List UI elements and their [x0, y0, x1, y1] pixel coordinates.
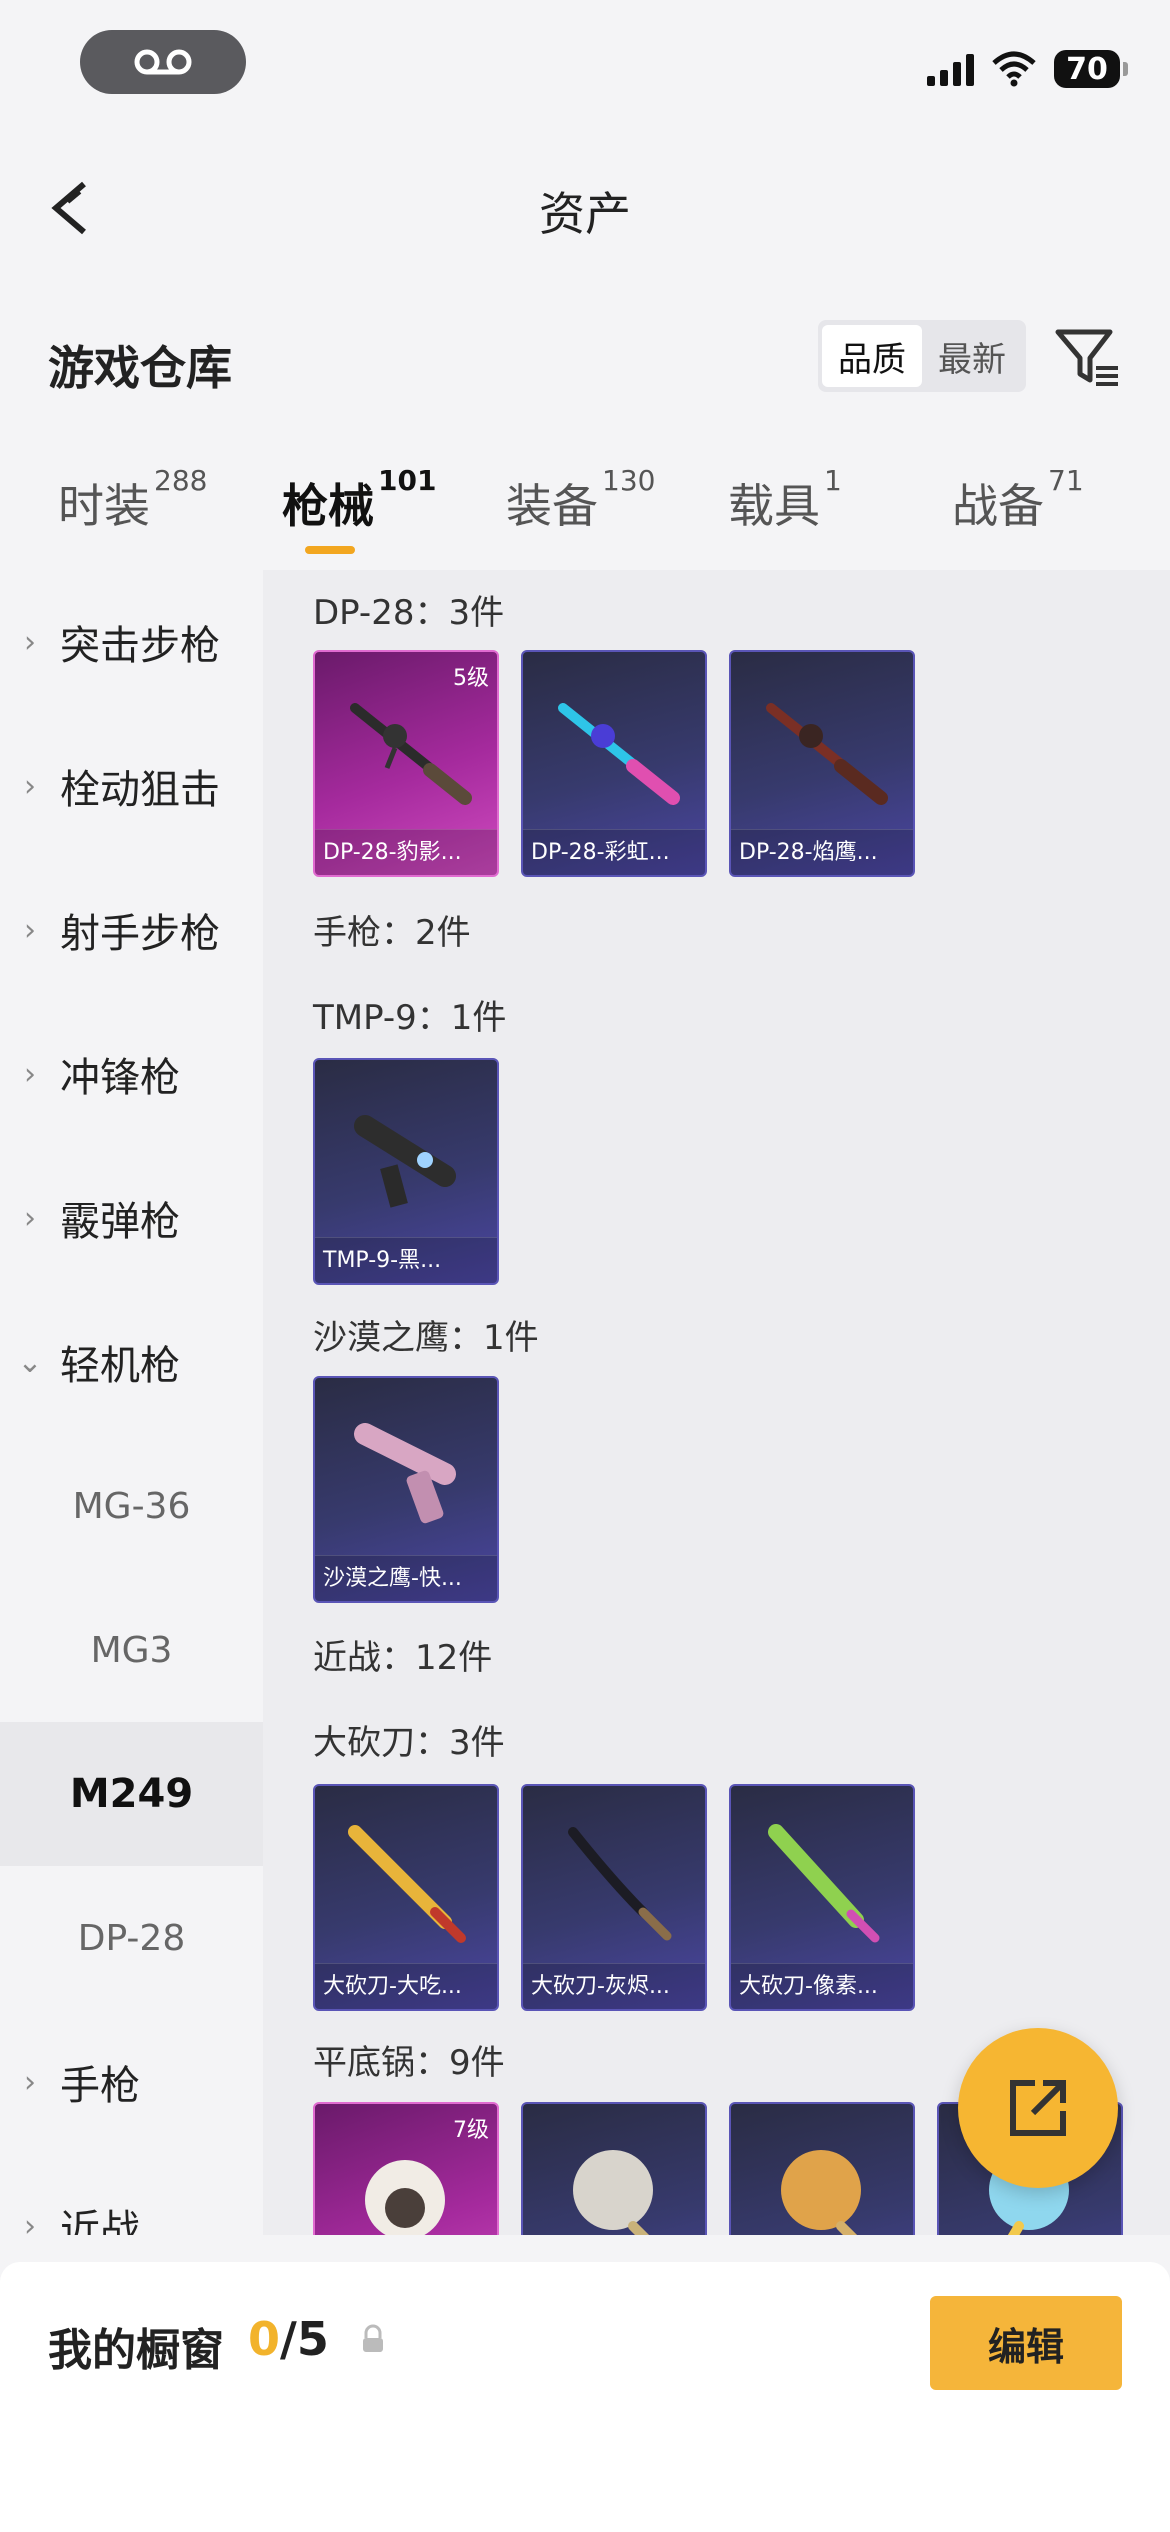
item-name: 沙漠之鹰-快...	[315, 1555, 497, 1601]
edit-button[interactable]: 编辑	[930, 2296, 1122, 2390]
pan-icon	[365, 2160, 445, 2235]
sidebar-item-lmg[interactable]: ⌄ 轻机枪	[0, 1290, 263, 1434]
pan-icon	[781, 2150, 861, 2235]
lock-icon	[363, 2324, 383, 2352]
chevron-right-icon: ›	[24, 1056, 36, 1092]
sidebar-subitem-m249[interactable]: M249	[0, 1722, 263, 1866]
section-label-machete: 大砍刀：3件	[313, 1723, 505, 1763]
warehouse-title: 游戏仓库	[48, 341, 232, 395]
sort-quality-button[interactable]: 品质	[822, 325, 922, 387]
item-card[interactable]: 大砍刀-灰烬...	[521, 1784, 707, 2011]
chevron-right-icon: ›	[24, 768, 36, 804]
warehouse-header: 游戏仓库 品质 最新	[0, 300, 1170, 420]
item-card[interactable]: 大砍刀-大吃...	[313, 1784, 499, 2011]
section-label-dp28: DP-28：3件	[313, 593, 505, 633]
sidebar-item-assault-rifle[interactable]: › 突击步枪	[0, 570, 263, 714]
filter-icon[interactable]	[1052, 322, 1122, 392]
sort-latest-button[interactable]: 最新	[922, 325, 1022, 387]
sidebar-item-bolt-sniper[interactable]: › 栓动狙击	[0, 714, 263, 858]
item-grid: DP-28：3件 5级 DP-28-豹影... DP-28-彩虹... DP-2…	[263, 570, 1170, 2235]
machete-icon	[568, 1827, 672, 1941]
item-card[interactable]: DP-28-焰鹰...	[729, 650, 915, 877]
item-card[interactable]: 大砍刀-像素...	[729, 1784, 915, 2011]
rifle-icon	[766, 703, 888, 805]
sort-toggle[interactable]: 品质 最新	[818, 320, 1026, 392]
chevron-right-icon: ›	[24, 624, 36, 660]
chevron-down-icon: ⌄	[17, 1344, 43, 1380]
section-label-tmp9: TMP-9：1件	[313, 998, 507, 1038]
tab-fashion[interactable]: 时装 288	[58, 464, 207, 536]
battery-indicator: 70	[1054, 50, 1128, 88]
chevron-right-icon: ›	[24, 912, 36, 948]
chevron-right-icon: ›	[24, 2208, 36, 2236]
cellular-signal-icon	[927, 52, 974, 86]
pan-icon	[573, 2150, 653, 2235]
item-card[interactable]	[521, 2102, 707, 2235]
tab-firearms[interactable]: 枪械 101	[282, 464, 436, 536]
chevron-right-icon: ›	[24, 2064, 36, 2100]
item-name: DP-28-彩虹...	[523, 829, 705, 875]
item-name: TMP-9-黑...	[315, 1237, 497, 1283]
voicemail-pill	[80, 30, 246, 94]
showcase-title: 我的橱窗	[48, 2325, 224, 2376]
showcase-bar: 我的橱窗 0/5 编辑	[0, 2262, 1170, 2532]
sidebar-item-shotgun[interactable]: › 霰弹枪	[0, 1146, 263, 1290]
sidebar-subitem-mg36[interactable]: MG-36	[0, 1434, 263, 1578]
nav-bar: 资产	[0, 150, 1170, 270]
wifi-icon	[992, 51, 1036, 87]
tab-equipment[interactable]: 装备 130	[506, 464, 655, 536]
share-icon	[1010, 2080, 1066, 2136]
item-card[interactable]: DP-28-彩虹...	[521, 650, 707, 877]
machete-icon	[768, 1824, 880, 1943]
tab-supplies[interactable]: 战备 71	[952, 464, 1084, 536]
sidebar-subitem-mg3[interactable]: MG3	[0, 1578, 263, 1722]
sidebar-subitem-dp28[interactable]: DP-28	[0, 1866, 263, 2010]
category-tabs: 时装 288 枪械 101 装备 130 载具 1 战备 71	[0, 460, 1170, 560]
voicemail-icon	[134, 49, 192, 75]
sidebar-item-pistol[interactable]: › 手枪	[0, 2010, 263, 2154]
sidebar: › 突击步枪 › 栓动狙击 › 射手步枪 › 冲锋枪 › 霰弹枪 ⌄ 轻机枪 MG-36 M…	[0, 570, 263, 2235]
item-name: DP-28-豹影...	[315, 829, 497, 875]
item-card[interactable]	[729, 2102, 915, 2235]
item-name: 大砍刀-大吃...	[315, 1963, 497, 2009]
chevron-right-icon: ›	[24, 1200, 36, 1236]
item-card[interactable]: 7级	[313, 2102, 499, 2235]
rifle-icon	[350, 703, 472, 805]
machete-icon	[348, 1825, 466, 1943]
tab-active-indicator	[305, 546, 355, 554]
status-bar: 70	[0, 0, 1170, 130]
section-label-pistol: 手枪：2件	[313, 913, 471, 953]
sidebar-item-melee[interactable]: › 近战	[0, 2154, 263, 2235]
item-card[interactable]: 沙漠之鹰-快...	[313, 1376, 499, 1603]
showcase-count: 0/5	[248, 2312, 329, 2366]
section-label-desert-eagle: 沙漠之鹰：1件	[313, 1318, 539, 1358]
rifle-icon	[558, 703, 680, 805]
item-name: DP-28-焰鹰...	[731, 829, 913, 875]
item-name: 大砍刀-灰烬...	[523, 1963, 705, 2009]
section-label-melee: 近战：12件	[313, 1638, 493, 1678]
sidebar-item-smg[interactable]: › 冲锋枪	[0, 1002, 263, 1146]
pistol-icon	[354, 1423, 456, 1524]
item-card[interactable]: TMP-9-黑...	[313, 1058, 499, 1285]
section-label-pan: 平底锅：9件	[313, 2043, 505, 2083]
smg-icon	[354, 1115, 456, 1208]
tab-vehicles[interactable]: 载具 1	[728, 464, 842, 536]
item-name: 大砍刀-像素...	[731, 1963, 913, 2009]
page-title: 资产	[539, 187, 631, 241]
share-button[interactable]	[958, 2028, 1118, 2188]
item-card[interactable]: 5级 DP-28-豹影...	[313, 650, 499, 877]
sidebar-item-marksman-rifle[interactable]: › 射手步枪	[0, 858, 263, 1002]
